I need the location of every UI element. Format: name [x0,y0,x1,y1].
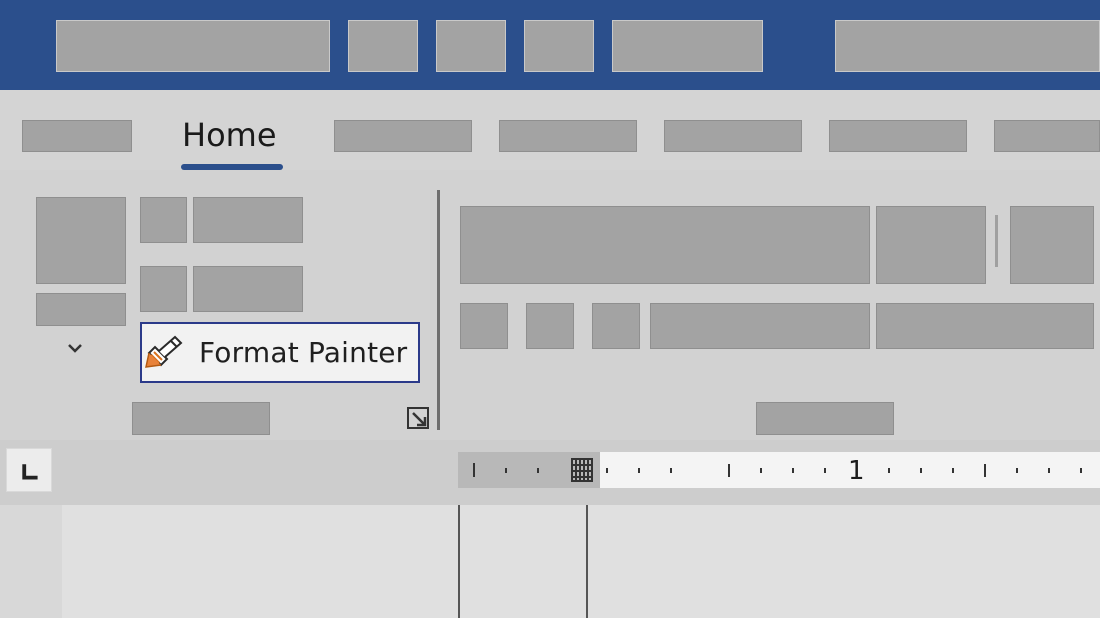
font-name-placeholder[interactable] [460,206,870,284]
tab-home-label: Home [182,116,277,154]
tab-placeholder[interactable] [334,120,472,152]
font-format-placeholder[interactable] [650,303,870,349]
font-format-placeholder[interactable] [876,303,1094,349]
page-margin-line [458,505,460,618]
copy-label-placeholder[interactable] [193,266,303,312]
tab-stop-icon [22,464,38,480]
tab-stop-selector[interactable] [6,448,52,492]
ruler-inch-label: 1 [848,456,865,486]
dialog-launcher-icon[interactable] [405,405,433,433]
tab-placeholder[interactable] [994,120,1100,152]
tab-placeholder[interactable] [829,120,967,152]
document-page[interactable] [62,505,1100,618]
font-size-placeholder[interactable] [876,206,986,284]
cut-label-placeholder[interactable] [193,197,303,243]
title-placeholder [612,20,763,72]
format-painter-label: Format Painter [199,336,408,369]
search-placeholder[interactable] [835,20,1100,72]
group-separator [437,190,440,430]
title-placeholder [348,20,418,72]
italic-placeholder[interactable] [526,303,574,349]
paste-button-placeholder[interactable] [36,197,126,284]
underline-placeholder[interactable] [592,303,640,349]
inline-separator [995,215,998,267]
title-placeholder [436,20,506,72]
tab-placeholder[interactable] [499,120,637,152]
cut-icon-placeholder[interactable] [140,197,187,243]
paintbrush-icon [145,335,183,368]
font-option-placeholder[interactable] [1010,206,1094,284]
group-label-placeholder [756,402,894,435]
title-bar [0,0,1100,90]
copy-icon-placeholder[interactable] [140,266,187,312]
title-placeholder [56,20,330,72]
tab-placeholder[interactable] [664,120,802,152]
paste-label-placeholder[interactable] [36,293,126,326]
tab-placeholder[interactable] [22,120,132,152]
ruler-ticks [473,458,1082,482]
chevron-down-icon[interactable] [64,338,86,358]
format-painter-button[interactable]: Format Painter [140,322,420,383]
title-placeholder [524,20,594,72]
tab-home[interactable]: Home [178,116,288,176]
page-margin-line [586,505,588,618]
group-label-placeholder [132,402,270,435]
bold-placeholder[interactable] [460,303,508,349]
